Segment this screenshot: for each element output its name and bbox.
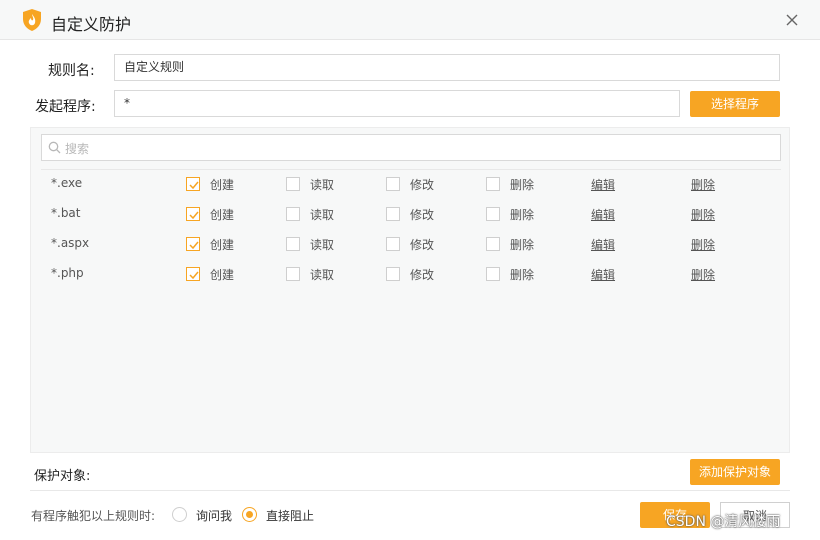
- modify-label: 修改: [410, 238, 435, 252]
- rule-name-label: 规则名:: [48, 63, 95, 79]
- create-label: 创建: [210, 268, 235, 282]
- rule-name: *.aspx: [51, 236, 90, 250]
- checkmark-icon: [189, 211, 199, 220]
- search-icon: [48, 141, 61, 154]
- modify-checkbox[interactable]: [386, 237, 400, 251]
- watermark: CSDN @清风楼雨: [666, 514, 781, 530]
- add-protect-object-button[interactable]: 添加保护对象: [690, 459, 780, 485]
- window-title: 自定义防护: [51, 15, 132, 34]
- delete-checkbox[interactable]: [486, 207, 500, 221]
- checkmark-icon: [189, 181, 199, 190]
- create-label: 创建: [210, 178, 235, 192]
- program-label: 发起程序:: [35, 99, 96, 115]
- read-label: 读取: [310, 238, 335, 252]
- delete-label: 删除: [510, 178, 535, 192]
- modify-label: 修改: [410, 268, 435, 282]
- read-checkbox[interactable]: [286, 207, 300, 221]
- title-bar: 自定义防护: [0, 0, 820, 40]
- select-program-button[interactable]: 选择程序: [690, 91, 780, 117]
- read-label: 读取: [310, 268, 335, 282]
- rule-row: *.exe 创建 读取 修改 删除 编辑 删除: [31, 169, 789, 199]
- shield-flame-icon: [23, 9, 41, 31]
- modify-checkbox[interactable]: [386, 177, 400, 191]
- create-checkbox[interactable]: [186, 207, 200, 221]
- create-label: 创建: [210, 208, 235, 222]
- delete-checkbox[interactable]: [486, 237, 500, 251]
- rule-row: *.aspx 创建 读取 修改 删除 编辑 删除: [31, 229, 789, 259]
- read-checkbox[interactable]: [286, 267, 300, 281]
- create-checkbox[interactable]: [186, 267, 200, 281]
- search-input[interactable]: 搜索: [41, 134, 781, 161]
- delete-link[interactable]: 删除: [691, 206, 715, 223]
- modify-label: 修改: [410, 178, 435, 192]
- delete-link[interactable]: 删除: [691, 266, 715, 283]
- block-radio[interactable]: [242, 507, 257, 522]
- modify-checkbox[interactable]: [386, 267, 400, 281]
- edit-link[interactable]: 编辑: [591, 236, 615, 253]
- checkmark-icon: [189, 271, 199, 280]
- create-checkbox[interactable]: [186, 237, 200, 251]
- delete-checkbox[interactable]: [486, 177, 500, 191]
- delete-label: 删除: [510, 238, 535, 252]
- ask-me-radio[interactable]: [172, 507, 187, 522]
- rule-name: *.php: [51, 266, 84, 280]
- search-placeholder: 搜索: [65, 142, 90, 156]
- close-icon[interactable]: [784, 12, 800, 28]
- block-label[interactable]: 直接阻止: [266, 507, 314, 524]
- protect-object-label: 保护对象:: [34, 469, 91, 484]
- read-checkbox[interactable]: [286, 237, 300, 251]
- checkmark-icon: [189, 241, 199, 250]
- edit-link[interactable]: 编辑: [591, 206, 615, 223]
- rule-row: *.php 创建 读取 修改 删除 编辑 删除: [31, 259, 789, 289]
- program-input[interactable]: *: [114, 90, 680, 117]
- create-label: 创建: [210, 238, 235, 252]
- create-checkbox[interactable]: [186, 177, 200, 191]
- trigger-action-label: 有程序触犯以上规则时:: [31, 509, 156, 523]
- read-label: 读取: [310, 208, 335, 222]
- delete-link[interactable]: 删除: [691, 236, 715, 253]
- rule-name: *.bat: [51, 206, 81, 220]
- divider: [30, 490, 790, 491]
- delete-link[interactable]: 删除: [691, 176, 715, 193]
- delete-label: 删除: [510, 208, 535, 222]
- rule-name-input[interactable]: 自定义规则: [114, 54, 780, 81]
- modify-checkbox[interactable]: [386, 207, 400, 221]
- delete-label: 删除: [510, 268, 535, 282]
- rule-name: *.exe: [51, 176, 83, 190]
- modify-label: 修改: [410, 208, 435, 222]
- delete-checkbox[interactable]: [486, 267, 500, 281]
- rules-panel: 搜索 *.exe 创建 读取 修改 删除 编辑 删除 *.bat 创建 读取 修…: [30, 127, 790, 453]
- rule-row: *.bat 创建 读取 修改 删除 编辑 删除: [31, 199, 789, 229]
- edit-link[interactable]: 编辑: [591, 176, 615, 193]
- ask-me-label[interactable]: 询问我: [196, 507, 232, 524]
- read-checkbox[interactable]: [286, 177, 300, 191]
- edit-link[interactable]: 编辑: [591, 266, 615, 283]
- read-label: 读取: [310, 178, 335, 192]
